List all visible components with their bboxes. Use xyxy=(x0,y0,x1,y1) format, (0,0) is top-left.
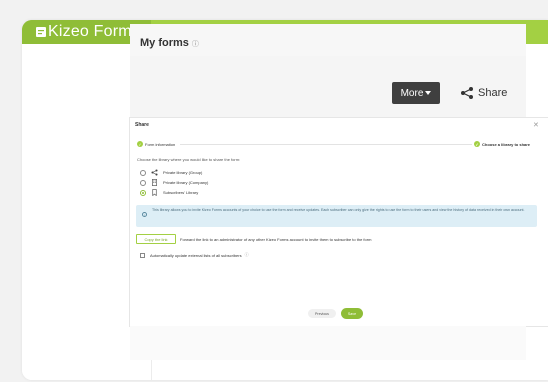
info-icon[interactable]: ⓘ xyxy=(245,252,249,258)
option-label: Private library (Company) xyxy=(163,180,209,185)
step-label: Choose a library to share xyxy=(482,141,531,147)
share-icon xyxy=(461,87,473,99)
form-logo-icon xyxy=(36,27,46,37)
auto-update-checkbox[interactable] xyxy=(140,252,145,258)
share-button-label: Share xyxy=(478,87,508,99)
radio-private-company[interactable] xyxy=(140,179,146,186)
save-button[interactable]: Save xyxy=(341,308,363,319)
check-icon: ✓ xyxy=(137,141,143,147)
radio-subscribers-library[interactable] xyxy=(140,189,146,196)
logo-text: Kizeo Forms xyxy=(48,23,140,40)
page-title: My forms ⓘ xyxy=(140,37,199,49)
copy-link-description: Forward the link to an administrator of … xyxy=(180,237,372,242)
info-box: i This library allows you to invite Kize… xyxy=(136,205,537,227)
option-private-group[interactable]: Private library (Group) xyxy=(140,169,202,176)
more-button[interactable]: More xyxy=(392,82,440,104)
page-bottom-band xyxy=(130,326,526,360)
check-icon: ✓ xyxy=(474,141,480,147)
close-icon[interactable]: ✕ xyxy=(533,121,539,129)
previous-label: Previous xyxy=(315,311,329,316)
option-label: Subscribers' Library xyxy=(163,190,199,195)
stepper-line xyxy=(180,144,472,145)
auto-update-row[interactable]: Automatically update external lists of a… xyxy=(140,252,249,258)
auto-update-label: Automatically update external lists of a… xyxy=(150,252,242,258)
more-button-label: More xyxy=(400,87,424,99)
radio-private-group[interactable] xyxy=(140,169,146,176)
info-text: This library allows you to invite Kizeo … xyxy=(152,208,525,212)
save-label: Save xyxy=(347,311,357,316)
info-icon: i xyxy=(142,212,147,217)
modal-title: Share xyxy=(135,122,149,128)
step-label: Form information xyxy=(145,141,176,147)
share-button[interactable]: Share xyxy=(460,82,507,104)
step-choose-library[interactable]: ✓ Choose a library to share xyxy=(474,141,530,147)
building-icon xyxy=(152,179,157,186)
copy-link-button[interactable]: Copy the link xyxy=(136,234,176,244)
step-form-information[interactable]: ✓ Form information xyxy=(137,141,175,147)
caret-down-icon xyxy=(425,91,432,95)
share-icon xyxy=(151,169,158,176)
option-label: Private library (Group) xyxy=(163,170,203,175)
option-subscribers-library[interactable]: Subscribers' Library xyxy=(140,189,198,196)
bookmark-icon xyxy=(152,189,157,196)
choose-library-text: Choose the library where you would like … xyxy=(137,157,241,162)
copy-link-label: Copy the link xyxy=(144,236,168,242)
info-icon[interactable]: ⓘ xyxy=(192,41,199,48)
previous-button[interactable]: Previous xyxy=(308,309,336,318)
option-private-company[interactable]: Private library (Company) xyxy=(140,179,208,186)
page-title-text: My forms xyxy=(140,37,189,49)
